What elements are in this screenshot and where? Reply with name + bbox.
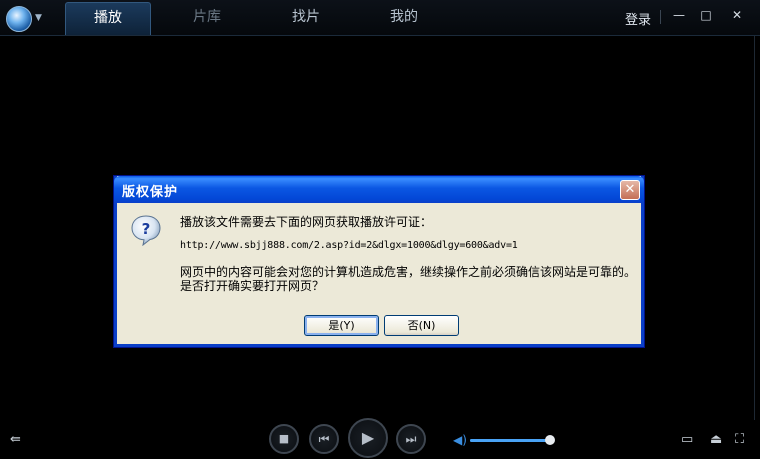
next-button[interactable]: ⏭ bbox=[396, 424, 426, 454]
side-edge bbox=[754, 36, 760, 428]
svg-text:?: ? bbox=[142, 220, 151, 238]
playlist-icon[interactable]: ⇚ bbox=[10, 432, 21, 447]
dialog-close-button[interactable]: ✕ bbox=[620, 180, 640, 200]
volume-handle[interactable] bbox=[545, 435, 555, 445]
license-url: http://www.sbjj888.com/2.asp?id=2&dlgx=1… bbox=[180, 240, 518, 251]
volume-slider[interactable] bbox=[470, 439, 550, 442]
dialog-warning-line2: 是否打开确实要打开网页？ bbox=[180, 279, 325, 293]
dialog-title: 版权保护 bbox=[122, 185, 179, 200]
divider bbox=[660, 10, 661, 24]
dialog-message: 播放该文件需要去下面的网页获取播放许可证： bbox=[180, 215, 433, 229]
play-button[interactable]: ▶ bbox=[348, 418, 388, 458]
tab-mine[interactable]: 我的 bbox=[361, 2, 447, 35]
yes-button[interactable]: 是(Y) bbox=[304, 315, 379, 336]
eject-icon[interactable]: ⏏ bbox=[710, 432, 722, 447]
top-bar: ▼ 播放 片库 找片 我的 登录 — □ ✕ bbox=[0, 0, 760, 36]
copyright-dialog: 版权保护 ✕ ? 播放该文件需要去下面的网页获取播放许可证： http://ww… bbox=[114, 176, 644, 347]
previous-button[interactable]: ⏮ bbox=[309, 424, 339, 454]
fullscreen-icon[interactable]: ⛶ bbox=[735, 432, 744, 447]
no-button[interactable]: 否(N) bbox=[384, 315, 459, 336]
volume-level bbox=[470, 439, 550, 442]
screen-icon[interactable]: ▭ bbox=[681, 432, 693, 447]
stop-button[interactable]: ■ bbox=[269, 424, 299, 454]
tab-play[interactable]: 播放 bbox=[65, 2, 151, 35]
maximize-button[interactable]: □ bbox=[699, 8, 713, 22]
question-icon: ? bbox=[131, 215, 161, 246]
minimize-button[interactable]: — bbox=[672, 8, 686, 22]
tab-find[interactable]: 找片 bbox=[263, 2, 349, 35]
volume-icon[interactable]: ◀) bbox=[453, 433, 467, 447]
tab-library[interactable]: 片库 bbox=[164, 2, 250, 35]
player-logo-icon[interactable] bbox=[6, 6, 32, 32]
close-window-button[interactable]: ✕ bbox=[730, 8, 744, 22]
dialog-titlebar[interactable]: 版权保护 ✕ bbox=[114, 176, 644, 203]
login-link[interactable]: 登录 bbox=[625, 9, 651, 28]
menu-dropdown-icon[interactable]: ▼ bbox=[35, 13, 42, 23]
